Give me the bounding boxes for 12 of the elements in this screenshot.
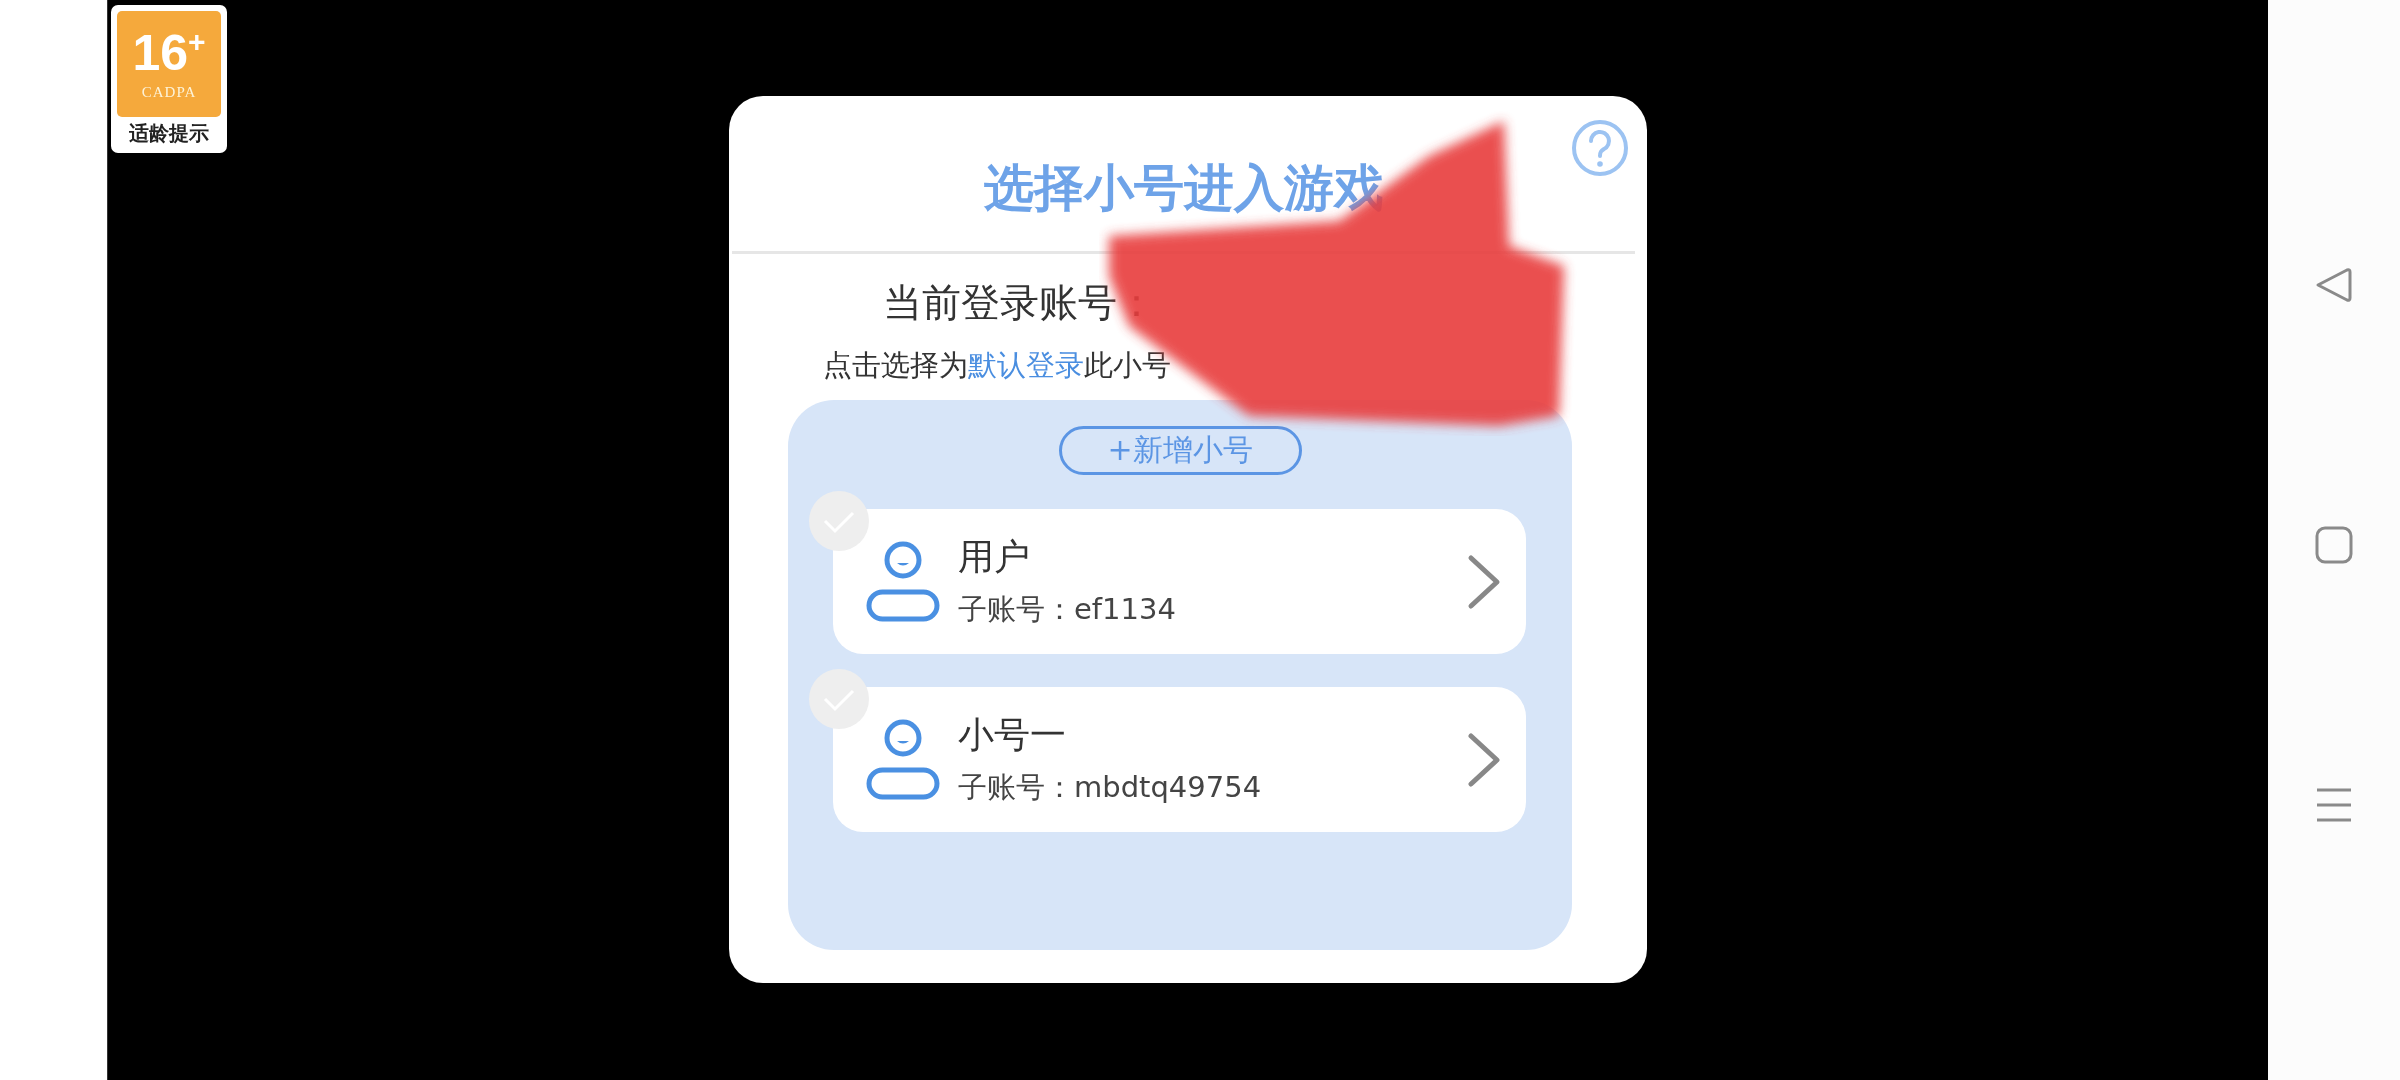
account-name: 用户 [958,535,1031,579]
rating-organization: CADPA [141,84,197,101]
default-login-hint: 点击选择为默认登录此小号 [823,347,1172,384]
age-rating: 16$^{+}$ [132,27,206,78]
dialog-title: 选择小号进入游戏 [983,158,1384,219]
account-card[interactable]: 用户 子账号：ef1134 [833,509,1526,654]
current-account-label: 当前登录账号： [883,279,1157,326]
sub-account-id: 子账号：ef1134 [958,591,1177,628]
badge-caption: 适龄提示 [129,120,209,147]
account-card[interactable]: 小号一 子账号：mbdtq49754 [833,687,1526,832]
sub-account-id: 子账号：mbdtq49754 [958,769,1263,806]
account-name: 小号一 [958,713,1067,757]
